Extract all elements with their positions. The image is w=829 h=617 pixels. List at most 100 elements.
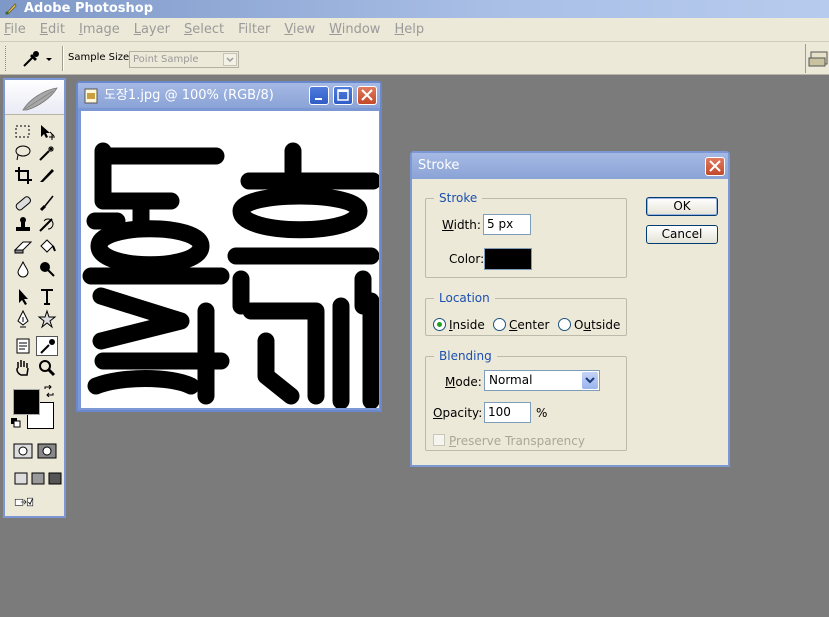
opacity-unit: % [536,406,548,420]
blending-group-legend: Blending [434,349,497,363]
sample-size-value: Point Sample [133,54,199,65]
color-label: Color: [449,252,485,266]
chevron-down-icon [223,53,237,66]
center-radio[interactable] [493,318,506,331]
dialog-title: Stroke [418,158,460,173]
width-field[interactable]: 5 px [483,214,531,235]
history-brush-icon [36,218,58,238]
hand-tool[interactable] [12,358,34,378]
brush-icon [36,195,58,216]
screen-mode-full[interactable] [44,469,62,489]
healing-brush-tool[interactable] [12,193,34,213]
clone-stamp-tool[interactable] [12,215,34,235]
seal-artwork-image [81,142,382,411]
menu-bar: File Edit Image Layer Select Filter View… [0,18,829,42]
foreground-color-swatch[interactable] [13,389,40,415]
type-tool[interactable] [36,287,58,307]
menu-layer[interactable]: Layer [134,22,170,37]
swap-colors-icon[interactable] [43,384,55,398]
blend-mode-value: Normal [489,373,533,387]
crop-tool[interactable] [12,165,34,185]
opacity-label: Opacity: [433,406,483,420]
preserve-transparency-checkbox[interactable] [433,434,445,446]
magnifier-icon [36,360,58,381]
dialog-close-button[interactable] [705,157,725,176]
magic-wand-icon [36,146,58,166]
quick-mask-button[interactable] [36,441,58,461]
zoom-tool[interactable] [36,358,58,378]
path-selection-tool[interactable] [12,287,34,307]
eraser-tool[interactable] [12,237,34,257]
dodge-tool[interactable] [36,259,58,279]
magic-wand-tool[interactable] [36,143,58,163]
tool-preset-picker[interactable] [18,48,58,70]
screen-mode-standard[interactable] [10,469,28,489]
blend-mode-select[interactable]: Normal [484,370,600,391]
app-title-bar: Adobe Photoshop [0,0,829,18]
paint-bucket-tool[interactable] [36,237,58,257]
maximize-icon [334,89,352,107]
lasso-tool[interactable] [12,143,34,163]
water-drop-icon [12,260,34,282]
inside-radio[interactable] [433,318,446,331]
close-icon [706,160,724,178]
screen-mode-full-menu[interactable] [27,469,45,489]
document-maximize-button[interactable] [333,86,353,105]
stroke-color-swatch[interactable] [484,248,532,270]
app-title: Adobe Photoshop [24,1,154,16]
menu-help[interactable]: Help [394,22,424,37]
custom-shape-tool[interactable] [36,309,58,329]
blur-tool[interactable] [12,259,34,279]
menu-file[interactable]: File [4,22,26,37]
palette-well[interactable] [805,44,829,73]
jump-to-imageready-button[interactable] [13,492,53,512]
default-colors-icon[interactable] [11,417,21,428]
options-bar-grip[interactable] [5,46,8,71]
document-close-button[interactable] [357,86,377,105]
sample-size-select[interactable]: Point Sample [129,51,239,68]
bandage-icon [12,196,34,216]
pen-tool[interactable] [12,309,34,329]
menu-select[interactable]: Select [184,22,224,37]
document-file-icon [83,88,99,104]
options-separator [62,46,64,71]
menu-image[interactable]: Image [79,22,120,37]
menu-view[interactable]: View [284,22,315,37]
outside-radio[interactable] [558,318,571,331]
cancel-button[interactable]: Cancel [646,225,718,244]
marquee-tool[interactable] [12,122,34,142]
location-group-legend: Location [434,291,495,305]
opacity-field[interactable]: 100 [484,402,531,423]
move-tool[interactable] [36,122,58,142]
toolbox [3,78,66,518]
menu-filter[interactable]: Filter [238,22,270,37]
outside-label[interactable]: Outside [574,318,620,332]
stamp-icon [12,217,34,238]
inside-label[interactable]: Inside [449,318,485,332]
center-label[interactable]: Center [509,318,549,332]
arrow-pointer-icon [12,289,34,310]
standard-mode-button[interactable] [12,441,34,461]
feather-logo-icon [5,87,64,118]
notes-tool[interactable] [12,336,34,356]
width-label: Width: [442,218,481,232]
options-bar: Sample Size: Point Sample [0,42,829,75]
type-t-icon [36,289,58,310]
menu-edit[interactable]: Edit [40,22,65,37]
document-canvas[interactable] [81,111,382,411]
ok-button[interactable]: OK [646,197,718,216]
brush-tool[interactable] [36,193,58,213]
dialog-title-bar[interactable]: Stroke [412,153,728,179]
eyedropper-icon [18,51,58,73]
slice-tool[interactable] [36,165,58,185]
history-brush-tool[interactable] [36,215,58,235]
eyedropper-tool[interactable] [36,336,58,356]
document-minimize-button[interactable] [309,86,329,105]
quick-mask-icon [36,443,58,464]
radio-selected-dot [437,322,442,327]
photoshop-feather-icon [4,2,18,16]
eraser-icon [12,241,34,260]
screen-mode-icon [44,472,66,492]
toolbox-header[interactable] [5,80,64,115]
menu-window[interactable]: Window [329,22,380,37]
